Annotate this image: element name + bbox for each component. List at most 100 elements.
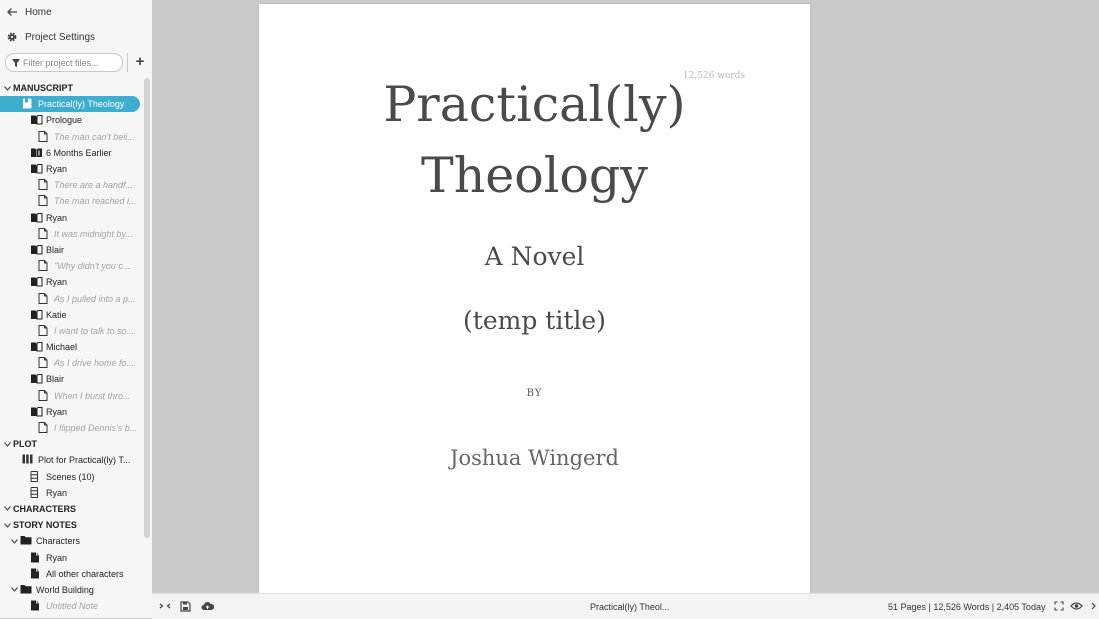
- tree-item-chapter[interactable]: Ryan: [0, 404, 143, 420]
- tree-item-label: MANUSCRIPT: [13, 83, 73, 94]
- expand-panel-button[interactable]: [1087, 599, 1099, 613]
- tree-item-label: Ryan: [46, 212, 68, 223]
- tree-item-label: 6 Months Earlier: [46, 147, 112, 158]
- tree-item-label: I want to talk to so...: [54, 325, 135, 336]
- tree-item-book[interactable]: Practical(ly) Theology: [0, 96, 140, 113]
- chapter-icon: [30, 212, 43, 224]
- cloud-icon: [201, 602, 214, 610]
- home-link[interactable]: Home: [6, 1, 52, 23]
- tree-item-scene[interactable]: "Why didn't you c...: [0, 258, 143, 274]
- filter-input[interactable]: [23, 57, 113, 68]
- tree-item-section[interactable]: STORY NOTES: [0, 517, 143, 533]
- title-line-2: Theology: [421, 147, 648, 204]
- filter-icon: [12, 58, 20, 67]
- document-icon: [38, 130, 50, 143]
- arrow-left-icon: [6, 6, 18, 18]
- tree-item-scene[interactable]: I want to talk to so...: [0, 323, 143, 339]
- tree-item-scene[interactable]: I flipped Dennis's b...: [0, 420, 143, 436]
- tree-item-scene[interactable]: It was midnight by...: [0, 226, 143, 242]
- tree-item-chapter[interactable]: Katie: [0, 307, 143, 323]
- collapse-arrows-icon: [159, 603, 171, 609]
- book-icon: [22, 98, 34, 110]
- tree-item-label: Characters: [36, 536, 81, 547]
- document-icon: [38, 324, 50, 337]
- tree-item-note[interactable]: Ryan: [0, 549, 143, 565]
- save-icon: [179, 600, 191, 612]
- tree-item-chapter[interactable]: Ryan: [0, 161, 143, 177]
- tree-item-label: Ryan: [46, 277, 68, 288]
- tree-item-scene[interactable]: The man can't beli...: [0, 129, 143, 145]
- tree-item-chapter[interactable]: Ryan: [0, 274, 143, 290]
- tree-item-scene[interactable]: When I burst thro...: [0, 388, 143, 404]
- tree-item-label: CHARACTERS: [13, 503, 76, 514]
- by-line: BY: [526, 388, 543, 399]
- tree-item-chapter[interactable]: Blair: [0, 371, 143, 387]
- tree-item-label: There are a handf...: [54, 180, 134, 191]
- tree-item-label: Untitled Note: [46, 601, 99, 612]
- project-tree: MANUSCRIPT Practical(ly) Theology Prologue…: [0, 80, 143, 614]
- fullscreen-icon: [1054, 601, 1064, 611]
- tree-item-scene[interactable]: As I pulled into a p...: [0, 290, 143, 306]
- chapter-icon: [30, 309, 43, 321]
- note-icon: [30, 552, 42, 564]
- tree-item-folder[interactable]: World Building: [0, 582, 143, 598]
- document-icon: [38, 195, 50, 207]
- tree-item-note[interactable]: All other characters: [0, 566, 143, 582]
- author-name: Joshua Wingerd: [450, 446, 619, 470]
- tree-item-label: All other characters: [46, 568, 124, 579]
- tree-item-label: Plot for Practical(ly) T...: [38, 455, 131, 466]
- chevron-down-icon[interactable]: [10, 537, 19, 546]
- tree-item-plotgrid[interactable]: Plot for Practical(ly) T...: [0, 452, 143, 468]
- chapter-icon: [30, 341, 43, 353]
- document-icon: [38, 260, 50, 272]
- project-settings-link[interactable]: Project Settings: [6, 26, 95, 48]
- tree-item-scene[interactable]: As I drive home fo...: [0, 355, 143, 371]
- chevron-right-icon: [1091, 602, 1096, 610]
- tree-item-label: When I burst thro...: [54, 390, 131, 401]
- tree-item-note-untitled[interactable]: Untitled Note: [0, 598, 143, 614]
- manuscript-page[interactable]: 12,526 words Practical(ly) Theology A No…: [259, 4, 810, 593]
- chapter-icon: [30, 276, 43, 288]
- tree-item-plotline[interactable]: Ryan: [0, 485, 143, 501]
- word-stats[interactable]: 51 Pages | 12,526 Words | 2,405 Today: [888, 602, 1045, 612]
- project-settings-label: Project Settings: [25, 31, 96, 43]
- tree-item-label: "Why didn't you c...: [54, 261, 131, 272]
- backup-button[interactable]: [200, 599, 214, 613]
- tree-item-section[interactable]: PLOT: [0, 436, 143, 452]
- status-bar: Practical(ly) Theol... 51 Pages | 12,526…: [152, 593, 1099, 619]
- tree-item-chapter[interactable]: Michael: [0, 339, 143, 355]
- tree-item-folder[interactable]: Characters: [0, 533, 143, 549]
- collapse-sidebar-button[interactable]: [158, 599, 172, 613]
- note-icon: [30, 600, 42, 612]
- tree-item-label: Ryan: [46, 487, 68, 498]
- save-button[interactable]: [178, 599, 192, 613]
- document-icon: [38, 422, 50, 434]
- chevron-down-icon[interactable]: [3, 440, 12, 449]
- tree-item-chapter[interactable]: Blair: [0, 242, 143, 258]
- tree-item-section[interactable]: MANUSCRIPT: [0, 80, 143, 96]
- tree-item-label: Ryan: [46, 552, 68, 563]
- preview-button[interactable]: [1069, 599, 1083, 613]
- tree-item-label: Michael: [46, 342, 78, 353]
- sidebar-scrollbar[interactable]: [144, 78, 150, 538]
- chevron-down-icon[interactable]: [10, 585, 19, 594]
- tree-item-scene[interactable]: The man reached i...: [0, 193, 143, 209]
- tree-item-label: Blair: [46, 374, 65, 385]
- tree-item-chapter-multi[interactable]: 6 Months Earlier: [0, 145, 143, 161]
- tree-item-label: World Building: [36, 584, 94, 595]
- tree-item-chapter[interactable]: Ryan: [0, 210, 143, 226]
- folder-icon: [20, 535, 32, 547]
- document-icon: [38, 389, 50, 402]
- tree-item-scene[interactable]: There are a handf...: [0, 177, 143, 193]
- sidebar: Home Project Settings + MANUSCRIPT Practi…: [0, 0, 153, 618]
- tree-item-label: Ryan: [46, 406, 68, 417]
- chevron-down-icon[interactable]: [3, 521, 12, 530]
- tree-item-section[interactable]: CHARACTERS: [0, 501, 143, 517]
- tree-item-plotline[interactable]: Scenes (10): [0, 469, 143, 485]
- chevron-down-icon[interactable]: [3, 84, 12, 93]
- chapter-icon: [30, 373, 43, 385]
- tree-item-chapter[interactable]: Prologue: [0, 112, 143, 128]
- fullscreen-button[interactable]: [1052, 599, 1066, 613]
- add-item-button[interactable]: +: [133, 53, 147, 70]
- chevron-down-icon[interactable]: [3, 504, 12, 513]
